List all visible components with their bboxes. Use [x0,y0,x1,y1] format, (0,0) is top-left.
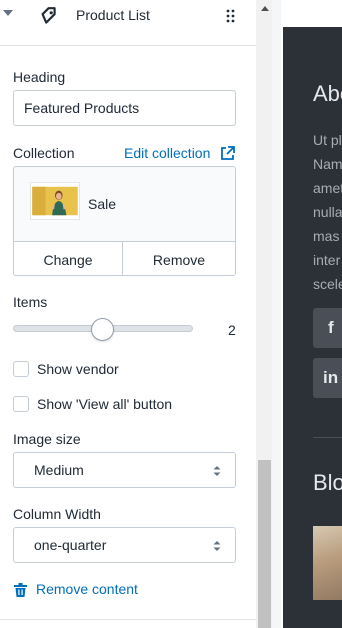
preview-text-line: mas [313,228,340,244]
preview-text-line: nulla [313,204,342,220]
trash-icon[interactable] [14,583,27,597]
preview-text-line: inter [313,252,341,268]
show-view-all-row[interactable]: Show 'View all' button [13,396,183,414]
external-link-icon[interactable] [220,146,235,161]
collection-name: Sale [88,196,117,212]
remove-collection-button[interactable]: Remove [123,241,235,275]
column-width-select[interactable]: one-quarter [13,527,236,563]
image-size-value: Medium [34,462,84,478]
scrollbar-thumb[interactable] [258,460,271,628]
preview-footer-section: Abo Ut pl Nam amet nulla mas inter scele… [283,27,342,628]
show-view-all-label: Show 'View all' button [37,396,173,412]
column-width-value: one-quarter [34,537,107,553]
preview-blog-heading: Blo [313,470,342,495]
show-vendor-row[interactable]: Show vendor [13,361,133,379]
divider [0,619,256,620]
select-arrows-icon [213,466,221,476]
preview-text-line: Ut pl [313,132,342,148]
facebook-icon[interactable]: f [313,308,342,348]
drag-handle-icon[interactable] [226,9,236,23]
preview-blog-image[interactable] [313,526,342,600]
heading-label: Heading [13,69,66,85]
section-header[interactable]: Product List [0,0,256,46]
scroll-up-arrow-icon[interactable] [261,6,269,11]
items-value: 2 [228,322,236,338]
items-slider-thumb[interactable] [91,318,114,341]
show-view-all-checkbox[interactable] [13,396,29,412]
remove-content-link[interactable]: Remove content [36,581,138,597]
collection-label: Collection [13,145,75,161]
collection-picker: Sale Change Remove [13,166,236,276]
preview-text-line: amet [313,180,342,196]
preview-text-line: scele [313,276,342,292]
settings-panel: Product List Heading Collection Edit col… [0,0,256,628]
collection-thumbnail [30,182,80,220]
tag-icon [41,7,56,24]
show-vendor-checkbox[interactable] [13,361,29,377]
linkedin-icon[interactable]: in [313,358,342,398]
items-label: Items [13,294,48,310]
column-width-label: Column Width [13,506,101,522]
preview-about-heading: Abo [313,81,342,106]
image-size-select[interactable]: Medium [13,452,236,488]
preview-text-line: Nam [313,156,342,172]
heading-input[interactable] [13,90,236,126]
select-arrows-icon [213,541,221,551]
caret-down-icon[interactable] [3,10,13,16]
edit-collection-link[interactable]: Edit collection [124,145,210,161]
preview-divider [313,437,342,438]
image-size-label: Image size [13,431,81,447]
change-collection-button[interactable]: Change [14,241,123,275]
section-title: Product List [76,7,150,23]
show-vendor-label: Show vendor [37,361,119,377]
